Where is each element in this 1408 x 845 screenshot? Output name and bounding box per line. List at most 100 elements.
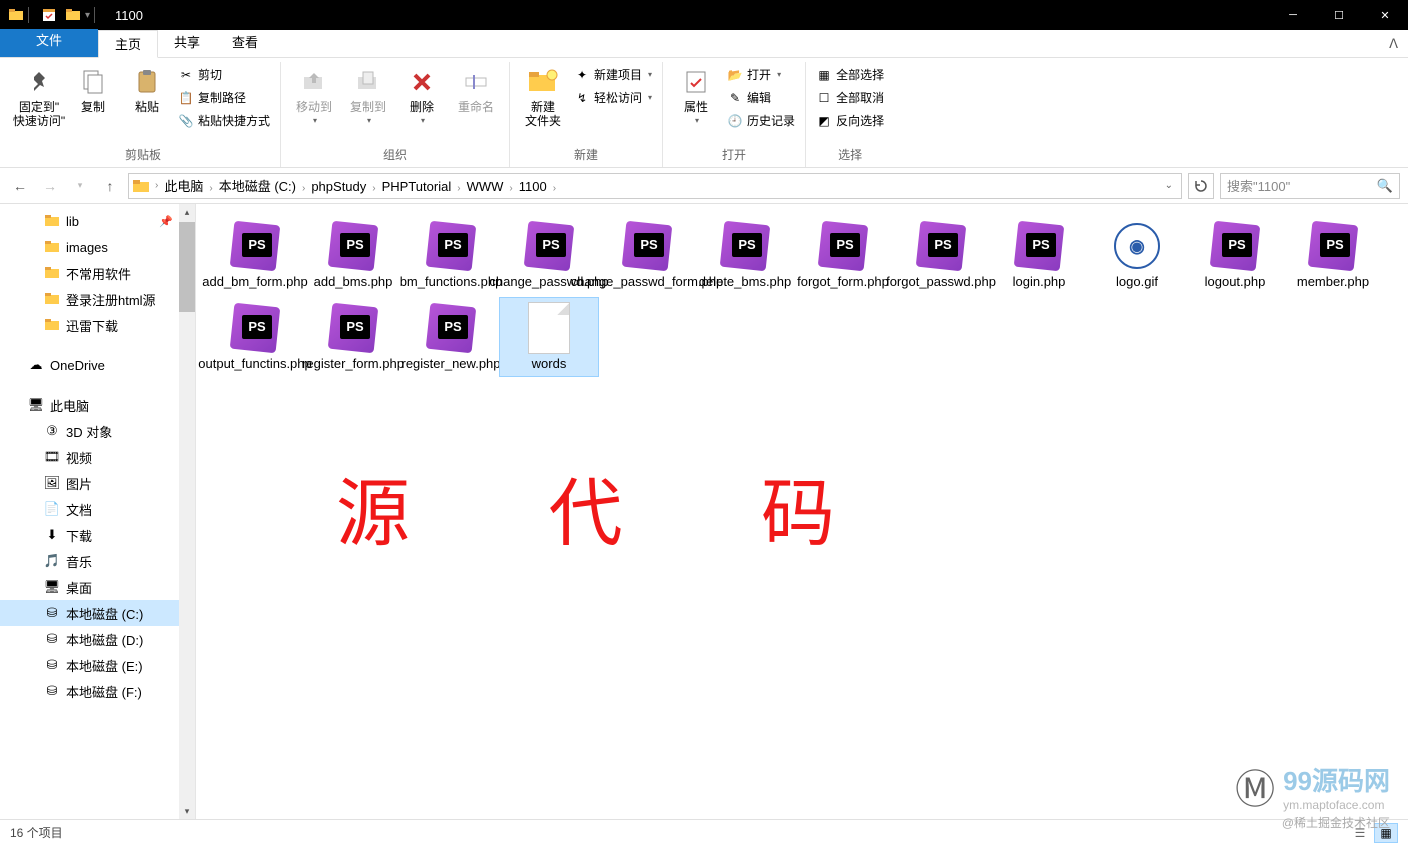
breadcrumb-segment[interactable]: 本地磁盘 (C:) <box>215 179 300 194</box>
file-item[interactable]: words <box>500 298 598 376</box>
address-bar[interactable]: › 此电脑›本地磁盘 (C:)›phpStudy›PHPTutorial›WWW… <box>128 173 1182 199</box>
chevron-right-icon[interactable]: › <box>370 183 377 194</box>
label: 桌面 <box>66 578 92 597</box>
sidebar-item[interactable]: ⛁本地磁盘 (C:) <box>0 600 195 626</box>
copy-button[interactable]: 复制 <box>66 62 120 114</box>
up-button[interactable]: ↑ <box>98 174 122 198</box>
label: 本地磁盘 (F:) <box>66 682 142 701</box>
chevron-right-icon[interactable]: › <box>455 183 462 194</box>
sidebar-item-onedrive[interactable]: ☁OneDrive <box>0 352 195 378</box>
forward-button[interactable]: → <box>38 174 62 198</box>
tab-file[interactable]: 文件 <box>0 29 98 57</box>
quick-access-properties-icon[interactable] <box>41 7 57 23</box>
cut-button[interactable]: ✂剪切 <box>174 64 274 85</box>
content-pane[interactable]: PSadd_bm_form.phpPSadd_bms.phpPSbm_funct… <box>196 204 1408 819</box>
file-item[interactable]: PSlogin.php <box>990 216 1088 294</box>
file-item[interactable]: PSoutput_functins.php <box>206 298 304 376</box>
sidebar-item[interactable]: 🖥 桌面 <box>0 574 195 600</box>
quick-access-newfolder-icon[interactable] <box>65 7 81 23</box>
tab-home[interactable]: 主页 <box>98 30 158 58</box>
sidebar-scrollbar[interactable]: ▴ ▾ <box>179 204 195 819</box>
desktop-icon: 🖥 <box>44 579 60 595</box>
file-item[interactable]: PSchange_passwd_form.php <box>598 216 696 294</box>
file-item[interactable]: PSdelete_bms.php <box>696 216 794 294</box>
sidebar-item[interactable]: ⛁本地磁盘 (D:) <box>0 626 195 652</box>
rename-button[interactable]: 重命名 <box>449 62 503 114</box>
sidebar-item[interactable]: 迅雷下载 <box>0 312 195 338</box>
sidebar-item[interactable]: lib📌 <box>0 208 195 234</box>
sidebar-item[interactable]: 登录注册html源 <box>0 286 195 312</box>
breadcrumb-segment[interactable]: 1100 <box>515 179 551 194</box>
move-to-button[interactable]: 移动到▾ <box>287 62 341 128</box>
sidebar-item[interactable]: ⛁本地磁盘 (F:) <box>0 678 195 704</box>
properties-icon <box>680 66 712 98</box>
scroll-down-icon[interactable]: ▾ <box>179 803 195 819</box>
qat-dropdown-icon[interactable]: ▾ <box>85 10 90 21</box>
scroll-thumb[interactable] <box>179 222 195 312</box>
tab-view[interactable]: 查看 <box>216 29 274 57</box>
breadcrumb-segment[interactable]: PHPTutorial <box>378 179 456 194</box>
file-item[interactable]: PSforgot_passwd.php <box>892 216 990 294</box>
file-item[interactable]: ◉logo.gif <box>1088 216 1186 294</box>
label: lib <box>66 214 79 229</box>
easy-access-button[interactable]: ↯轻松访问▾ <box>570 87 656 108</box>
new-item-button[interactable]: ✦新建项目▾ <box>570 64 656 85</box>
tab-share[interactable]: 共享 <box>158 29 216 57</box>
chevron-right-icon[interactable]: › <box>207 183 214 194</box>
label: 视频 <box>66 448 92 467</box>
sidebar-item[interactable]: images <box>0 234 195 260</box>
file-item[interactable]: PSmember.php <box>1284 216 1382 294</box>
folder-icon <box>44 291 60 307</box>
properties-button[interactable]: 属性▾ <box>669 62 723 128</box>
delete-button[interactable]: 删除▾ <box>395 62 449 128</box>
file-item[interactable]: PSbm_functions.php <box>402 216 500 294</box>
folder-icon <box>8 7 24 23</box>
ribbon-collapse-icon[interactable]: ᐱ <box>1389 36 1398 52</box>
scroll-up-icon[interactable]: ▴ <box>179 204 195 220</box>
file-item[interactable]: PSregister_form.php <box>304 298 402 376</box>
back-button[interactable]: ← <box>8 174 32 198</box>
file-item[interactable]: PSregister_new.php <box>402 298 500 376</box>
edit-button[interactable]: ✎编辑 <box>723 87 799 108</box>
search-input[interactable]: 搜索"1100"🔍 <box>1220 173 1400 199</box>
breadcrumb-segment[interactable]: 此电脑 <box>160 179 207 194</box>
maximize-button[interactable]: ☐ <box>1316 0 1362 30</box>
chevron-right-icon[interactable]: › <box>551 183 558 194</box>
sidebar-item[interactable]: 🖼图片 <box>0 470 195 496</box>
sidebar-item[interactable]: 不常用软件 <box>0 260 195 286</box>
file-item[interactable]: PSlogout.php <box>1186 216 1284 294</box>
select-none-button[interactable]: ☐全部取消 <box>812 87 888 108</box>
chevron-right-icon[interactable]: › <box>153 180 160 191</box>
refresh-button[interactable] <box>1188 173 1214 199</box>
file-name: logo.gif <box>1116 274 1158 290</box>
pin-to-quick-access-button[interactable]: 固定到"快速访问" <box>12 62 66 128</box>
close-button[interactable]: ✕ <box>1362 0 1408 30</box>
paste-shortcut-button[interactable]: 📎粘贴快捷方式 <box>174 110 274 131</box>
sidebar-item[interactable]: 🎵音乐 <box>0 548 195 574</box>
file-item[interactable]: PSadd_bm_form.php <box>206 216 304 294</box>
select-all-button[interactable]: ▦全部选择 <box>812 64 888 85</box>
recent-dropdown[interactable]: ▾ <box>68 174 92 198</box>
minimize-button[interactable]: ─ <box>1270 0 1316 30</box>
address-dropdown-icon[interactable]: ⌄ <box>1161 180 1177 191</box>
sidebar-item[interactable]: 📄文档 <box>0 496 195 522</box>
new-folder-button[interactable]: 新建文件夹 <box>516 62 570 128</box>
group-label: 打开 <box>722 144 746 167</box>
paste-button[interactable]: 粘贴 <box>120 62 174 114</box>
breadcrumb-segment[interactable]: WWW <box>463 179 508 194</box>
sidebar-item[interactable]: ③3D 对象 <box>0 418 195 444</box>
breadcrumb-segment[interactable]: phpStudy <box>307 179 370 194</box>
copy-path-button[interactable]: 📋复制路径 <box>174 87 274 108</box>
sidebar-item-thispc[interactable]: 🖥此电脑 <box>0 392 195 418</box>
history-button[interactable]: 🕘历史记录 <box>723 110 799 131</box>
file-item[interactable]: PSforgot_form.php <box>794 216 892 294</box>
copy-to-button[interactable]: 复制到▾ <box>341 62 395 128</box>
sidebar-item[interactable]: 🎞视频 <box>0 444 195 470</box>
open-button[interactable]: 📂打开▾ <box>723 64 799 85</box>
chevron-right-icon[interactable]: › <box>507 183 514 194</box>
sidebar-item[interactable]: ⛁本地磁盘 (E:) <box>0 652 195 678</box>
invert-selection-button[interactable]: ◩反向选择 <box>812 110 888 131</box>
blank-file-icon <box>528 302 570 354</box>
file-item[interactable]: PSadd_bms.php <box>304 216 402 294</box>
sidebar-item[interactable]: ⬇下载 <box>0 522 195 548</box>
